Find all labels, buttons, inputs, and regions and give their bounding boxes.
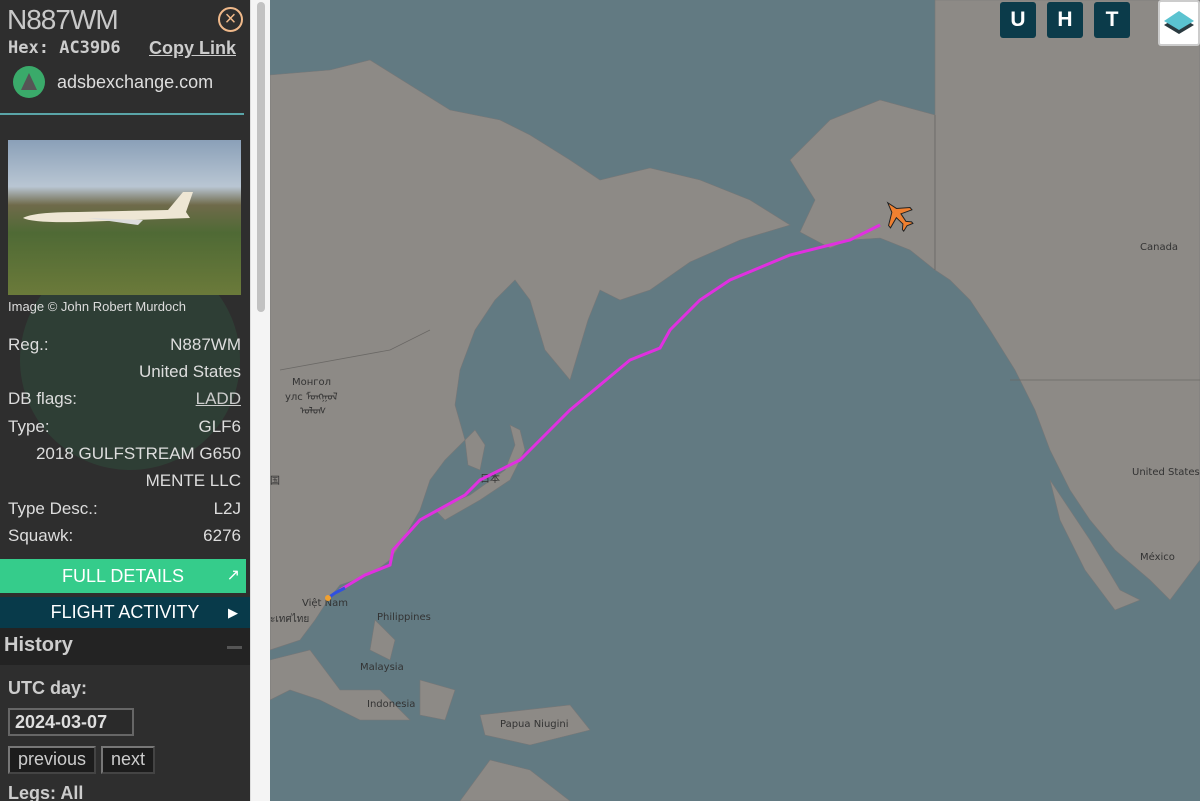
photo-credit: Image © John Robert Murdoch <box>8 299 186 314</box>
label-canada: Canada <box>1140 242 1178 253</box>
aircraft-photo[interactable] <box>8 140 241 295</box>
label-united-states: United States <box>1132 467 1200 478</box>
land <box>270 0 1200 801</box>
label-thailand: ะเทศไทย <box>270 613 309 625</box>
label-mongolia: Монгол <box>292 377 331 388</box>
track-start-point <box>325 595 331 601</box>
scrollbar-thumb[interactable] <box>257 2 265 312</box>
sidebar-scrollbar[interactable] <box>250 0 270 801</box>
hex-code: Hex: AC39D6 <box>8 38 121 58</box>
label-mongolia-3: ᠤᠯᠤᠰ <box>300 405 326 417</box>
copy-link[interactable]: Copy Link <box>149 38 236 59</box>
divider <box>0 113 244 115</box>
aircraft-title: N887WM <box>7 4 119 35</box>
close-icon[interactable]: × <box>218 7 243 32</box>
full-details-button[interactable]: FULL DETAILS ↗ <box>0 559 246 593</box>
map[interactable]: Монгол улс ᠮᠣᠩᠭᠣᠯ ᠤᠯᠤᠰ 国 日本 Việt Nam ะเท… <box>270 0 1200 801</box>
history-header[interactable]: History <box>0 628 250 665</box>
utc-date-input[interactable] <box>8 708 134 736</box>
label-papua: Papua Niugini <box>500 719 569 730</box>
triangle-right-icon: ▶ <box>228 605 238 620</box>
flight-activity-button[interactable]: FLIGHT ACTIVITY ▶ <box>0 597 250 628</box>
label-china: 国 <box>270 475 280 487</box>
utc-day-label: UTC day: <box>8 678 88 698</box>
aircraft-info-panel: N887WM × Hex: AC39D6 Copy Link adsbexcha… <box>0 0 250 801</box>
detail-squawk: Squawk: 6276 <box>8 526 241 545</box>
layers-icon <box>1164 11 1194 34</box>
detail-db-flags: DB flags: LADD <box>8 389 241 409</box>
adsbexchange-link[interactable]: adsbexchange.com <box>13 66 213 98</box>
external-link-icon: ↗ <box>226 567 240 584</box>
previous-button[interactable]: previous <box>8 746 97 774</box>
detail-type-desc: Type Desc.: L2J <box>8 499 241 518</box>
detail-reg: Reg.: N887WM <box>8 335 241 354</box>
detail-country: United States <box>138 362 241 381</box>
adsbexchange-logo-icon <box>13 66 45 98</box>
label-malaysia: Malaysia <box>360 662 404 673</box>
label-mongolia-2: улс ᠮᠣᠩᠭᠣᠯ <box>285 391 338 403</box>
legs-label: Legs: All <box>8 783 84 801</box>
detail-type: Type: GLF6 <box>8 417 241 436</box>
collapse-icon[interactable] <box>227 646 242 649</box>
ladd-link[interactable]: LADD <box>196 389 241 409</box>
map-button-h[interactable]: H <box>1047 2 1083 38</box>
layers-button[interactable] <box>1158 0 1200 46</box>
detail-owner: MENTE LLC <box>145 471 241 490</box>
next-button[interactable]: next <box>101 746 156 774</box>
detail-model: 2018 GULFSTREAM G650 <box>35 444 241 463</box>
label-vietnam: Việt Nam <box>302 597 348 609</box>
label-philippines: Philippines <box>377 612 431 623</box>
label-mexico: México <box>1140 551 1175 563</box>
map-button-u[interactable]: U <box>1000 2 1036 38</box>
map-button-t[interactable]: T <box>1094 2 1130 38</box>
label-indonesia: Indonesia <box>367 699 415 710</box>
